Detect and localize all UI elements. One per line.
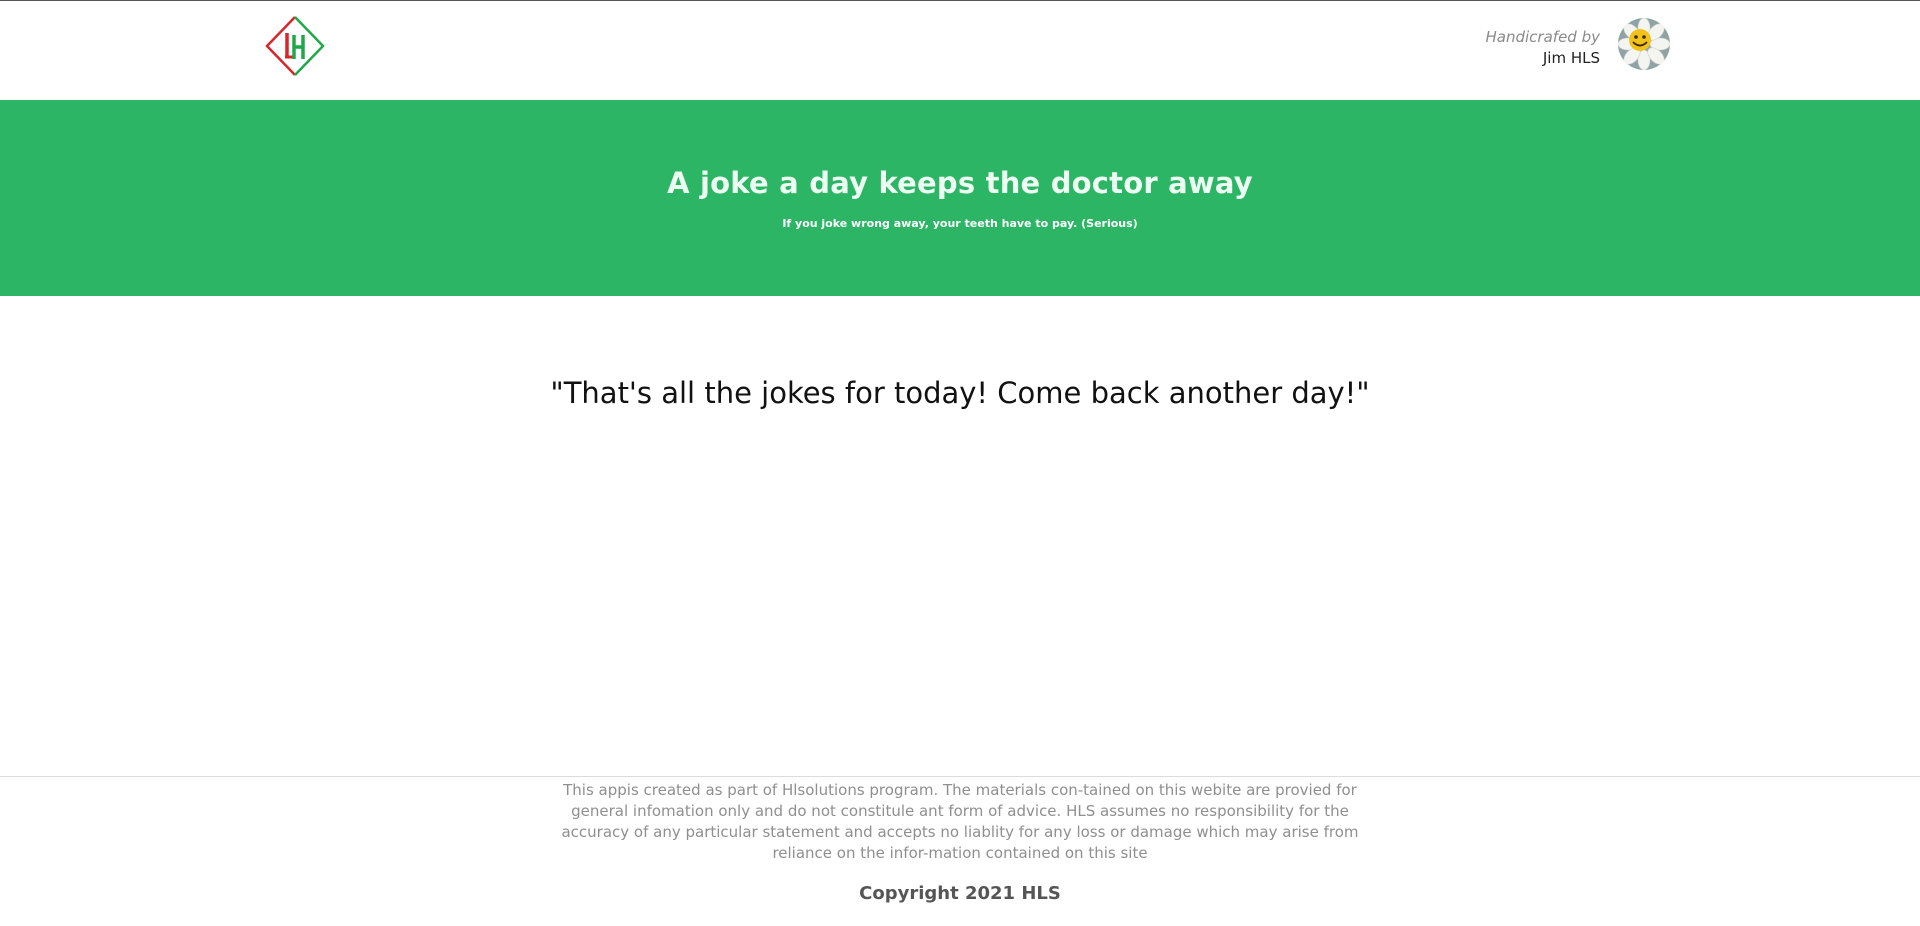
hero-subtitle: If you joke wrong away, your teeth have … [782, 217, 1138, 230]
hl-logo-icon[interactable] [264, 15, 326, 77]
footer-copyright: Copyright 2021 HLS [859, 883, 1061, 904]
joke-text: "That's all the jokes for today! Come ba… [550, 376, 1370, 410]
smiley-flower-avatar-icon[interactable] [1618, 18, 1670, 70]
author-prefix: Handicrafed by [1485, 28, 1600, 46]
site-header: Handicrafed by Jim HLS [0, 1, 1920, 100]
hero-banner: A joke a day keeps the doctor away If yo… [0, 100, 1920, 296]
footer-disclaimer: This appis created as part of Hlsolution… [561, 781, 1359, 862]
author-name: Jim HLS [1542, 49, 1600, 67]
author-credit: Handicrafed by Jim HLS [1486, 27, 1600, 69]
footer-divider [0, 776, 1920, 777]
hero-title: A joke a day keeps the doctor away [667, 166, 1253, 200]
